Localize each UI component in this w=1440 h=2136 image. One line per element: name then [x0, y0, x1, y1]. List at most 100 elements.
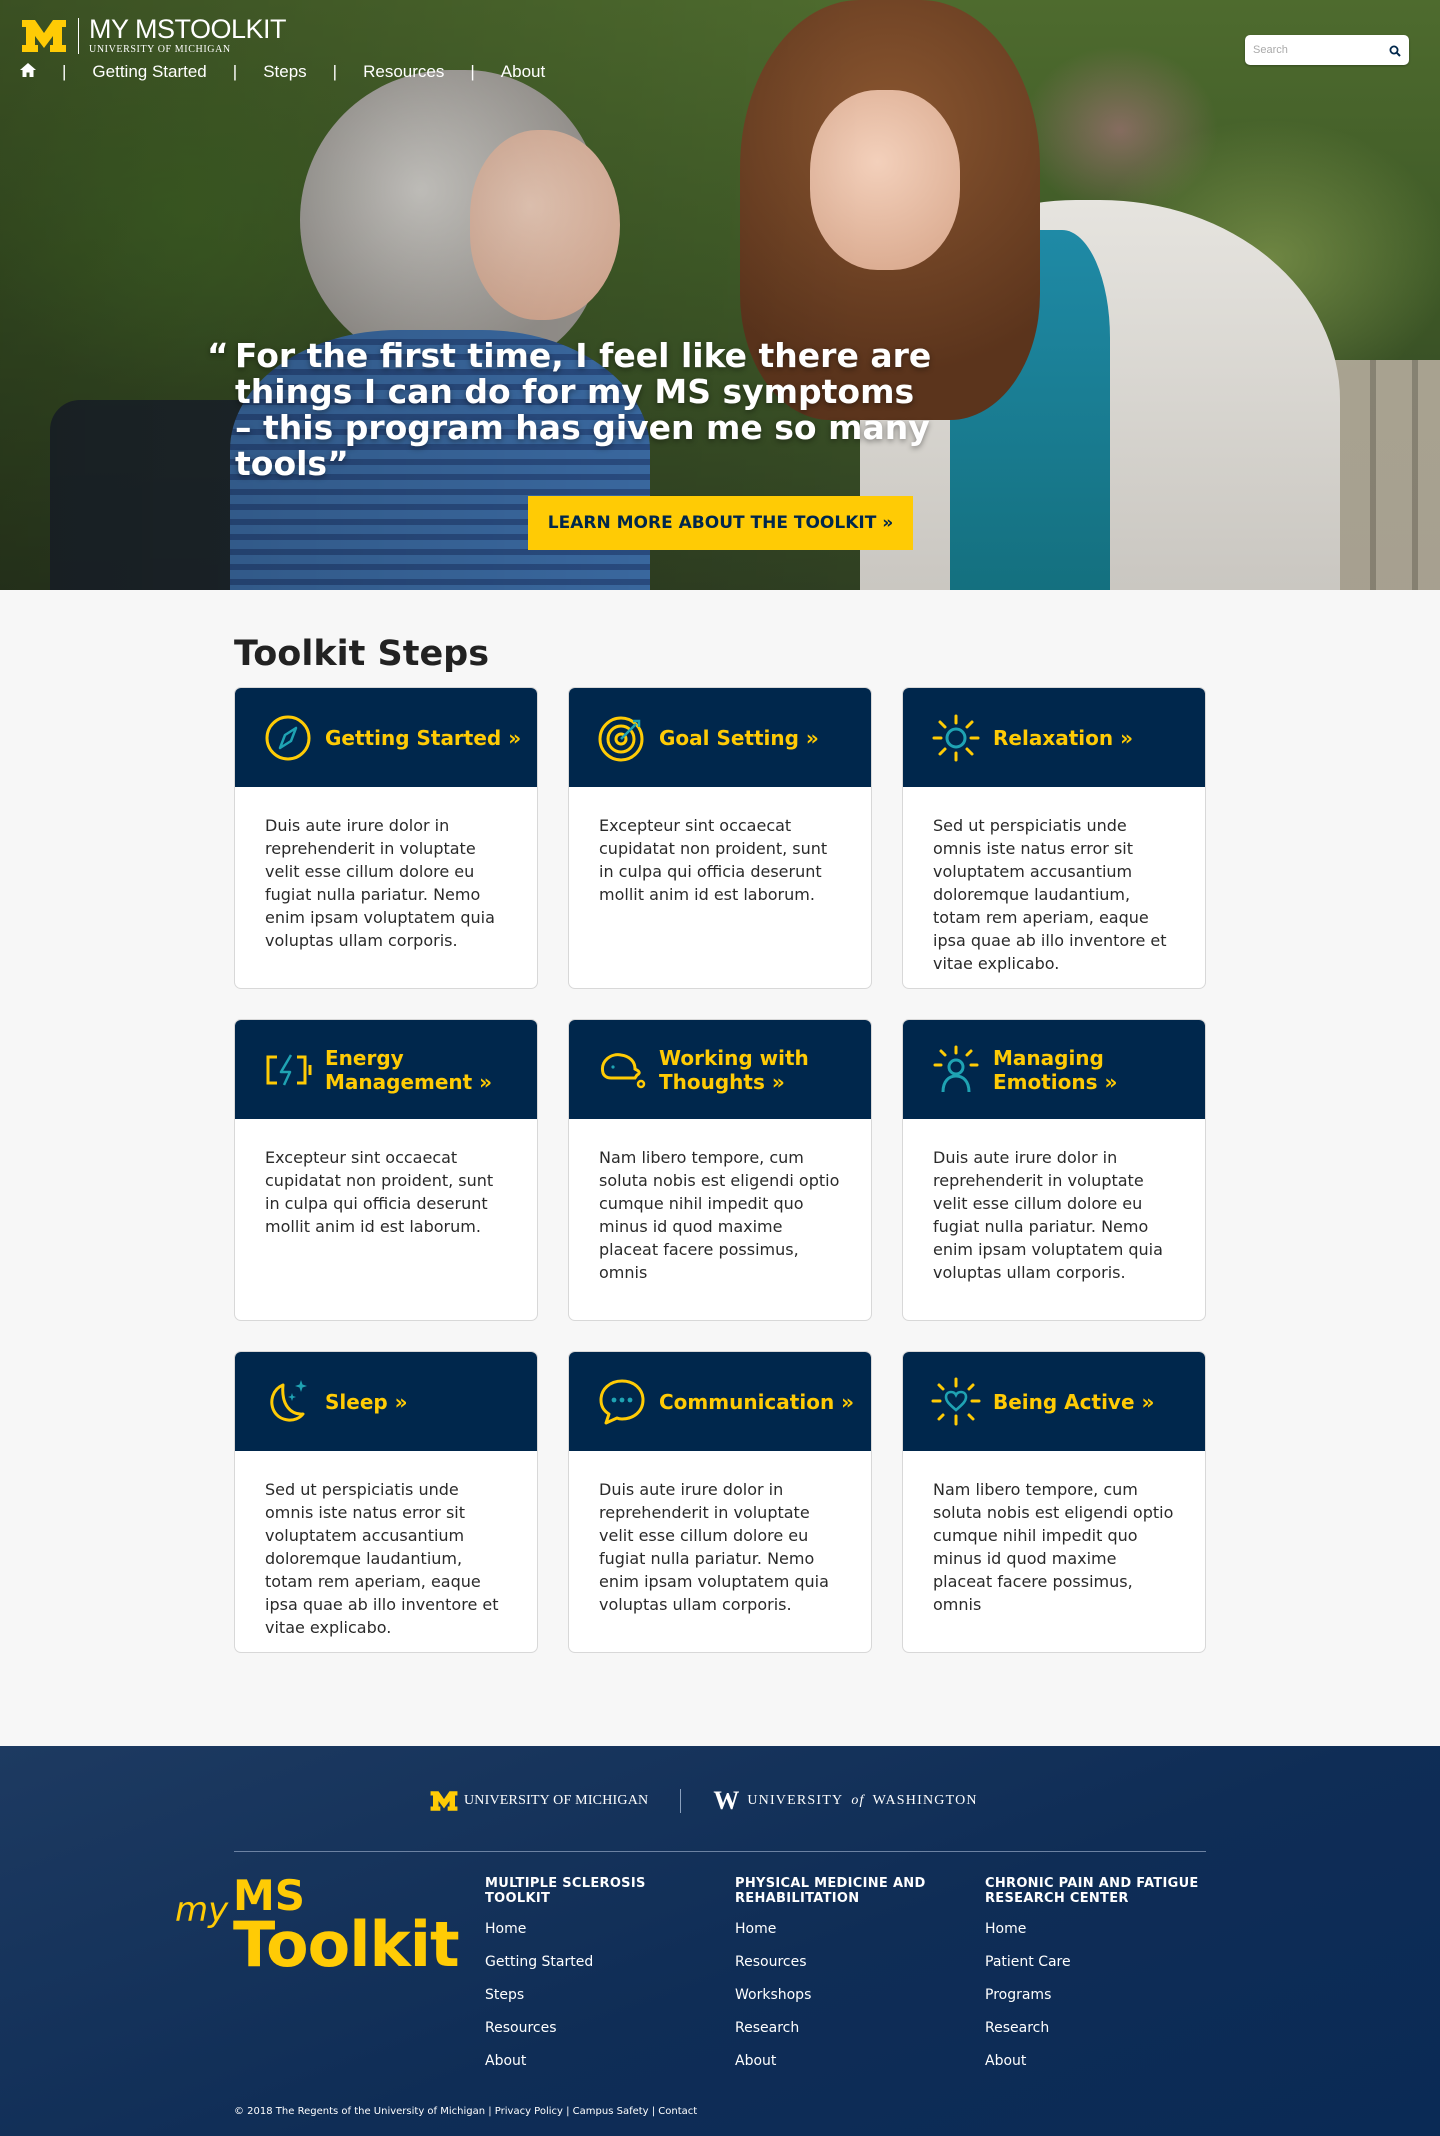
- battery-bolt-icon: [266, 1053, 312, 1086]
- footer-column-heading: MULTIPLE SCLEROSIS TOOLKIT: [485, 1876, 646, 1906]
- steps-grid: Getting Started » Duis aute irure dolor …: [234, 687, 1206, 1653]
- footer-divider: [234, 1851, 1206, 1852]
- partner-divider: [680, 1789, 682, 1813]
- step-card-description: Duis aute irure dolor in reprehenderit i…: [265, 816, 495, 950]
- step-card-getting-started: Getting Started » Duis aute irure dolor …: [234, 687, 538, 989]
- block-m-logo-icon: [20, 18, 68, 54]
- uw-text-washington: WASHINGTON: [872, 1793, 978, 1808]
- step-card-relaxation: Relaxation » Sed ut perspiciatis unde om…: [902, 687, 1206, 989]
- step-card-title: Goal Setting »: [659, 725, 819, 750]
- step-card-link[interactable]: Working with Thoughts »: [569, 1020, 871, 1119]
- step-card-link[interactable]: Sleep »: [235, 1352, 537, 1451]
- step-card-goal-setting: Goal Setting » Excepteur sint occaecat c…: [568, 687, 872, 989]
- step-card-description: Nam libero tempore, cum soluta nobis est…: [933, 1480, 1174, 1614]
- speech-bubble-icon: [599, 1379, 645, 1424]
- logo-toolkit-text: Toolkit: [233, 1908, 460, 1981]
- step-card-description: Excepteur sint occaecat cupidatat non pr…: [265, 1148, 494, 1236]
- hero-quote-text: For the first time, I feel like there ar…: [235, 336, 932, 483]
- footer-link-research[interactable]: Research: [985, 2012, 1200, 2045]
- learn-more-button[interactable]: LEARN MORE ABOUT THE TOOLKIT »: [528, 496, 913, 550]
- step-card-title: Relaxation »: [993, 725, 1133, 750]
- footer-column-ms-toolkit: MULTIPLE SCLEROSIS TOOLKIT Home Getting …: [485, 1876, 700, 2078]
- step-card-title: Managing Emotions »: [993, 1045, 1118, 1094]
- partner-logos: UNIVERSITY OF MICHIGAN W UNIVERSITY of W…: [428, 1786, 978, 1816]
- compass-icon: [265, 715, 311, 760]
- step-card-title: Getting Started »: [325, 725, 522, 750]
- block-m-logo-icon: [430, 1791, 458, 1811]
- footer-link-home[interactable]: Home: [485, 1913, 700, 1946]
- footer-link-workshops[interactable]: Workshops: [735, 1979, 950, 2012]
- step-card-title: Sleep »: [325, 1389, 408, 1414]
- target-icon: [598, 716, 644, 761]
- footer-link-resources[interactable]: Resources: [735, 1946, 950, 1979]
- footer-link-getting-started[interactable]: Getting Started: [485, 1946, 700, 1979]
- step-card-description: Nam libero tempore, cum soluta nobis est…: [599, 1148, 840, 1282]
- logo-my-text: my: [175, 1890, 229, 1930]
- nav-item-getting-started[interactable]: Getting Started: [92, 62, 206, 82]
- step-card-description: Duis aute irure dolor in reprehenderit i…: [599, 1480, 829, 1614]
- person-radiant-icon: [933, 1045, 979, 1092]
- home-link[interactable]: [20, 62, 36, 82]
- step-card-title: Energy Management »: [325, 1045, 493, 1094]
- home-icon: [20, 62, 36, 77]
- step-card-description: Duis aute irure dolor in reprehenderit i…: [933, 1148, 1163, 1282]
- main-nav: | Getting Started | Steps | Resources | …: [20, 62, 545, 82]
- site-subtitle-text: UNIVERSITY OF MICHIGAN: [89, 44, 231, 55]
- footer-column-chronic-pain: CHRONIC PAIN AND FATIGUE RESEARCH CENTER…: [985, 1876, 1200, 2078]
- footer-link-resources[interactable]: Resources: [485, 2012, 700, 2045]
- step-card-title: Working with Thoughts »: [659, 1045, 809, 1094]
- footer-column-heading: PHYSICAL MEDICINE AND REHABILITATION: [735, 1876, 926, 1906]
- footer-link-about[interactable]: About: [735, 2045, 950, 2078]
- logo-divider: [78, 17, 79, 54]
- nav-separator: |: [332, 62, 338, 81]
- step-card-sleep: Sleep » Sed ut perspiciatis unde omnis i…: [234, 1351, 538, 1653]
- step-card-description: Excepteur sint occaecat cupidatat non pr…: [599, 816, 828, 904]
- step-card-description: Sed ut perspiciatis unde omnis iste natu…: [933, 816, 1167, 973]
- footer-link-home[interactable]: Home: [735, 1913, 950, 1946]
- search-box: [1245, 35, 1409, 65]
- search-input[interactable]: [1253, 44, 1373, 56]
- footer-link-programs[interactable]: Programs: [985, 1979, 1200, 2012]
- footer-link-steps[interactable]: Steps: [485, 1979, 700, 2012]
- sun-icon: [932, 714, 980, 761]
- site-footer: UNIVERSITY OF MICHIGAN W UNIVERSITY of W…: [0, 1746, 1440, 2136]
- site-logo-link[interactable]: MY MSTOOLKIT UNIVERSITY OF MICHIGAN: [20, 14, 287, 55]
- university-of-michigan-logo[interactable]: UNIVERSITY OF MICHIGAN: [428, 1790, 648, 1812]
- step-card-working-with-thoughts: Working with Thoughts » Nam libero tempo…: [568, 1019, 872, 1321]
- footer-link-home[interactable]: Home: [985, 1913, 1200, 1946]
- search-icon[interactable]: [1389, 44, 1401, 57]
- nav-separator: |: [470, 62, 475, 81]
- step-card-link[interactable]: Managing Emotions »: [903, 1020, 1205, 1119]
- step-card-title: Being Active »: [993, 1389, 1155, 1414]
- step-card-energy-management: Energy Management » Excepteur sint occae…: [234, 1019, 538, 1321]
- nav-item-resources[interactable]: Resources: [363, 62, 444, 82]
- site-title-text: MY MSTOOLKIT: [89, 14, 287, 44]
- uw-text-university: UNIVERSITY: [747, 1793, 844, 1808]
- step-card-being-active: Being Active » Nam libero tempore, cum s…: [902, 1351, 1206, 1653]
- step-card-link[interactable]: Communication »: [569, 1352, 871, 1451]
- nav-item-steps[interactable]: Steps: [263, 62, 306, 82]
- footer-link-about[interactable]: About: [485, 2045, 700, 2078]
- section-title: Toolkit Steps: [234, 634, 490, 674]
- step-card-title: Communication »: [659, 1389, 855, 1414]
- footer-link-research[interactable]: Research: [735, 2012, 950, 2045]
- thought-head-icon: [601, 1052, 646, 1088]
- step-card-link[interactable]: Energy Management »: [235, 1020, 537, 1119]
- uw-w-logo-icon: W: [713, 1786, 740, 1815]
- nav-separator: |: [62, 62, 67, 81]
- step-card-link[interactable]: Being Active »: [903, 1352, 1205, 1451]
- university-of-washington-logo[interactable]: W UNIVERSITY of WASHINGTON: [713, 1786, 977, 1816]
- heart-burst-icon: [931, 1377, 981, 1425]
- step-card-link[interactable]: Getting Started »: [235, 688, 537, 787]
- step-card-link[interactable]: Relaxation »: [903, 688, 1205, 787]
- nav-item-about[interactable]: About: [501, 62, 545, 82]
- quote-open-mark: “: [207, 336, 229, 375]
- hero-quote: “ For the first time, I feel like there …: [207, 336, 935, 483]
- step-card-link[interactable]: Goal Setting »: [569, 688, 871, 787]
- footer-link-patient-care[interactable]: Patient Care: [985, 1946, 1200, 1979]
- footer-link-about[interactable]: About: [985, 2045, 1200, 2078]
- nav-separator: |: [232, 62, 238, 81]
- step-card-description: Sed ut perspiciatis unde omnis iste natu…: [265, 1480, 499, 1637]
- footer-column-heading: CHRONIC PAIN AND FATIGUE RESEARCH CENTER: [985, 1876, 1199, 1906]
- moon-stars-icon: [270, 1379, 307, 1421]
